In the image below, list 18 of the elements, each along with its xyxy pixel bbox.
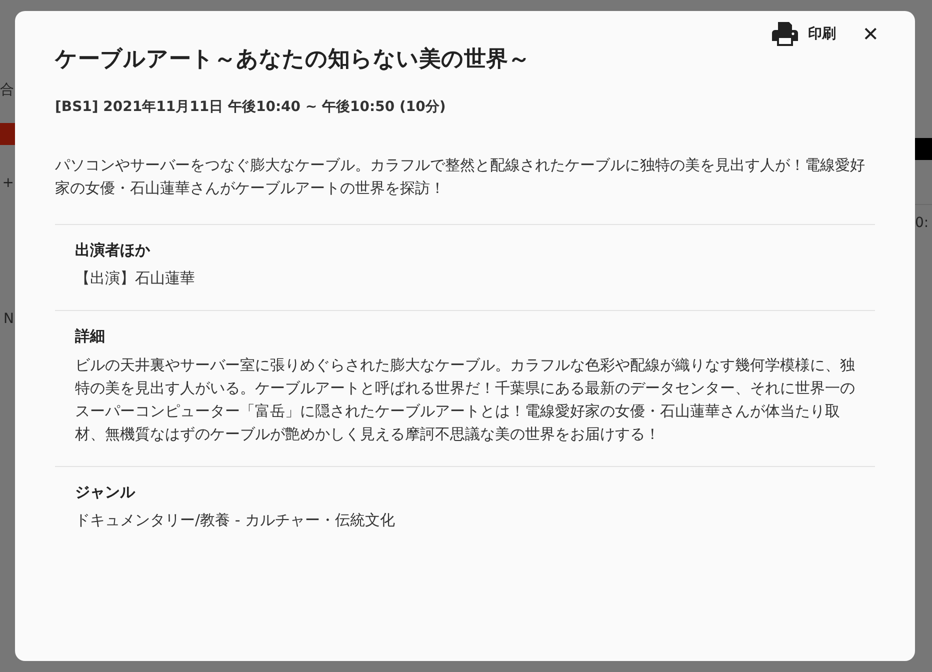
section-heading: ジャンル (75, 482, 136, 503)
broadcast-schedule: [BS1] 2021年11月11日 午後10:40 ~ 午後10:50 (10分) (55, 98, 447, 117)
program-title: ケーブルアート～あなたの知らない美の世界～ (55, 46, 531, 74)
background-bar (0, 123, 15, 145)
background-bar (915, 138, 932, 160)
section-heading: 詳細 (75, 326, 106, 348)
printer-icon (772, 22, 798, 46)
section-text: 【出演】石山蓮華 (75, 268, 196, 290)
section-heading: 出演者ほか (75, 240, 151, 261)
section-text: ビルの天井裏やサーバー室に張りめぐらされた膨大なケーブル。カラフルな色彩や配線が織りなす幾何学模様に、独特の美を見出す人がいる。ケーブルアートと呼ばれる世界だ！千葉県にある最新のデータセンター、それに世界一のスーパーコンピューター「富岳」に隠されたケーブルアートとは！電線愛好家の女優・石山蓮華さんが体当たり取材、無機質なはずのケーブルが艶めかしく見える摩訶不思議な美の世界をお届けする！ (75, 354, 855, 445)
section-text: ドキュメンタリー/教養 - カルチャー・伝統文化 (75, 510, 396, 532)
background-text: 合 (0, 81, 15, 100)
program-description: パソコンやサーバーをつなぐ膨大なケーブル。カラフルで整然と配線されたケーブルに独特の美を見出す人が！電線愛好家の女優・石山蓮華さんがケーブルアートの世界を探訪！ (55, 154, 875, 225)
background-text: + (1, 174, 15, 193)
background-text: N (2, 310, 15, 329)
close-button[interactable]: ✕ (844, 24, 885, 44)
print-button[interactable]: 印刷 (772, 22, 836, 46)
background-text: 0: (915, 214, 930, 233)
